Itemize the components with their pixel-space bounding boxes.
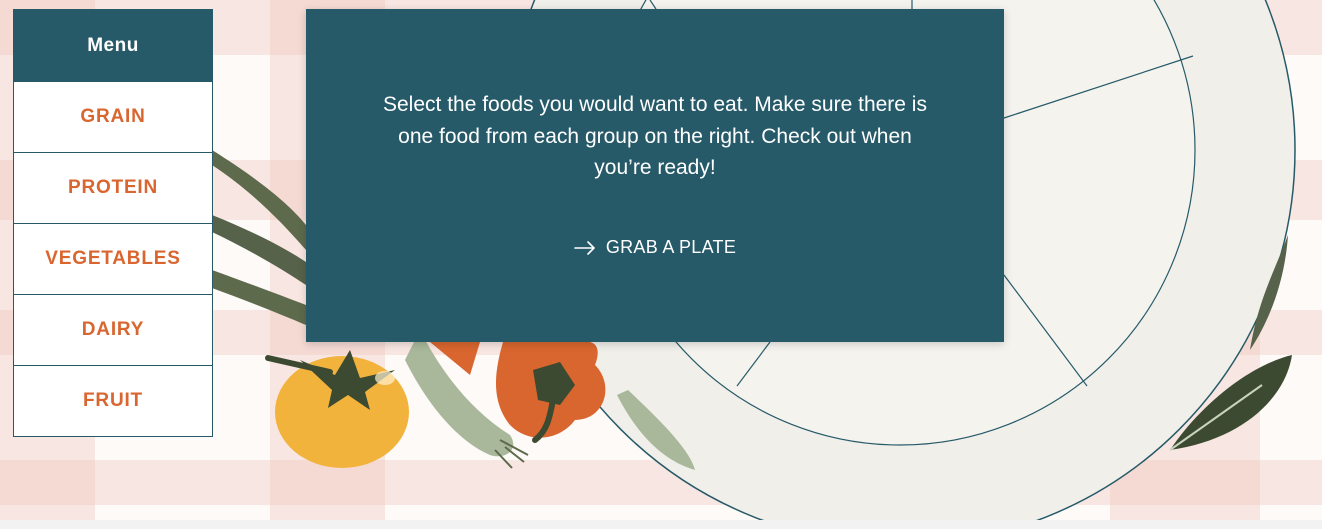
bottom-bar (0, 520, 1322, 529)
instructions-text: Select the foods you would want to eat. … (383, 93, 927, 179)
grab-a-plate-label: GRAB A PLATE (605, 237, 737, 257)
category-menu: Menu GRAIN PROTEIN VEGETABLES DAIRY FRUI… (13, 9, 213, 437)
menu-item-dairy[interactable]: DAIRY (14, 294, 212, 365)
instructions-panel: Select the foods you would want to eat. … (306, 9, 1004, 342)
grab-a-plate-button[interactable]: GRAB A PLATE (306, 237, 1004, 258)
tomato-icon (265, 350, 409, 468)
menu-item-fruit[interactable]: FRUIT (14, 365, 212, 436)
menu-item-protein[interactable]: PROTEIN (14, 152, 212, 223)
pepper-icon (495, 342, 606, 443)
menu-item-grain[interactable]: GRAIN (14, 81, 212, 152)
menu-item-vegetables[interactable]: VEGETABLES (14, 223, 212, 294)
arrow-right-icon (574, 240, 596, 255)
menu-title: Menu (14, 10, 212, 81)
